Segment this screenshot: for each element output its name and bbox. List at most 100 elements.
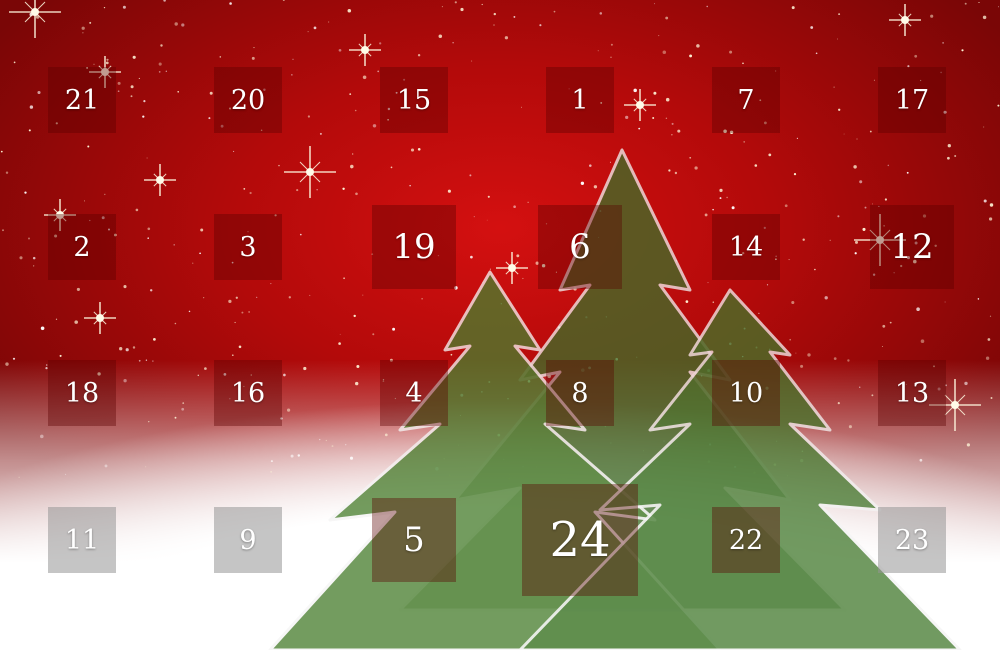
door-17[interactable]: 17 <box>878 67 946 133</box>
star-dot <box>704 213 708 217</box>
star-dot <box>233 150 235 152</box>
star-dot <box>920 339 925 343</box>
door-19[interactable]: 19 <box>372 205 456 289</box>
star-dot <box>28 129 31 132</box>
star-dot <box>802 238 805 241</box>
star-sparkle-icon <box>349 34 381 66</box>
star-dot <box>319 438 321 441</box>
star-dot <box>978 1 980 4</box>
decorations <box>0 0 1000 650</box>
door-12[interactable]: 12 <box>870 205 954 289</box>
star-dot <box>758 312 760 314</box>
star-dot <box>356 364 360 369</box>
star-dot <box>0 150 3 153</box>
star-dot <box>55 318 58 320</box>
star-dot <box>481 3 483 6</box>
star-dot <box>638 127 641 130</box>
star-sparkle-icon <box>889 4 921 36</box>
door-21[interactable]: 21 <box>48 67 116 133</box>
star-dot <box>843 133 845 135</box>
star-dot <box>942 42 944 44</box>
star-dot <box>342 187 345 190</box>
star-dot <box>696 44 700 48</box>
star-dot <box>589 164 592 167</box>
door-18[interactable]: 18 <box>48 360 116 426</box>
star-dot <box>829 239 831 241</box>
star-dot <box>731 206 735 210</box>
star-dot <box>130 95 133 98</box>
star-dot <box>662 50 667 54</box>
door-11[interactable]: 11 <box>48 507 116 573</box>
star-dot <box>487 195 490 198</box>
star-dot <box>173 244 175 246</box>
star-sparkle-icon <box>496 252 528 284</box>
door-2[interactable]: 2 <box>48 214 116 280</box>
door-9[interactable]: 9 <box>214 507 282 573</box>
door-10[interactable]: 10 <box>712 360 780 426</box>
door-7[interactable]: 7 <box>712 67 780 133</box>
star-dot <box>163 0 166 2</box>
door-23[interactable]: 23 <box>878 507 946 573</box>
star-dot <box>919 458 923 462</box>
star-dot <box>977 298 980 300</box>
door-1[interactable]: 1 <box>546 67 614 133</box>
star-dot <box>5 362 9 366</box>
star-dot <box>208 117 211 120</box>
star-dot <box>947 144 951 148</box>
star-dot <box>331 445 334 448</box>
star-dot <box>719 197 722 200</box>
door-22[interactable]: 22 <box>712 507 780 573</box>
star-dot <box>653 3 655 5</box>
star-dot <box>789 338 791 341</box>
star-dot <box>192 262 194 264</box>
star-dot <box>452 42 454 44</box>
star-dot <box>103 6 106 9</box>
star-dot <box>712 208 714 211</box>
star-dot <box>235 296 238 299</box>
star-dot <box>76 287 80 291</box>
star-dot <box>204 367 207 370</box>
star-dot <box>325 439 327 442</box>
star-dot <box>290 454 294 458</box>
star-dot <box>633 88 637 93</box>
star-dot <box>824 296 828 300</box>
star-dot <box>32 256 36 260</box>
door-8[interactable]: 8 <box>546 360 614 426</box>
star-dot <box>665 117 668 119</box>
star-dot <box>795 352 797 354</box>
door-15[interactable]: 15 <box>380 67 448 133</box>
star-dot <box>338 342 341 345</box>
star-dot <box>864 206 867 209</box>
door-20[interactable]: 20 <box>214 67 282 133</box>
star-dot <box>339 333 341 335</box>
star-dot <box>379 42 382 45</box>
star-dot <box>685 300 689 303</box>
door-13[interactable]: 13 <box>878 360 946 426</box>
door-5[interactable]: 5 <box>372 498 456 582</box>
star-dot <box>27 237 31 240</box>
star-dot <box>219 56 222 58</box>
star-dot <box>862 227 866 231</box>
star-dot <box>197 374 200 377</box>
star-dot <box>916 307 920 312</box>
star-dot <box>658 35 660 37</box>
door-6[interactable]: 6 <box>538 205 622 289</box>
door-4[interactable]: 4 <box>380 360 448 426</box>
star-dot <box>859 180 863 184</box>
star-dot <box>520 106 523 108</box>
door-14[interactable]: 14 <box>712 214 780 280</box>
door-3[interactable]: 3 <box>214 214 282 280</box>
star-dot <box>597 50 599 52</box>
star-dot <box>87 145 90 148</box>
star-dot <box>355 192 358 196</box>
star-dot <box>142 115 145 118</box>
star-dot <box>625 115 629 120</box>
door-16[interactable]: 16 <box>214 360 282 426</box>
star-dot <box>838 13 841 16</box>
star-dot <box>188 310 191 313</box>
star-dot <box>122 5 126 9</box>
door-24[interactable]: 24 <box>522 484 638 596</box>
star-dot <box>814 268 816 271</box>
star-dot <box>292 58 294 60</box>
star-dot <box>438 34 443 38</box>
